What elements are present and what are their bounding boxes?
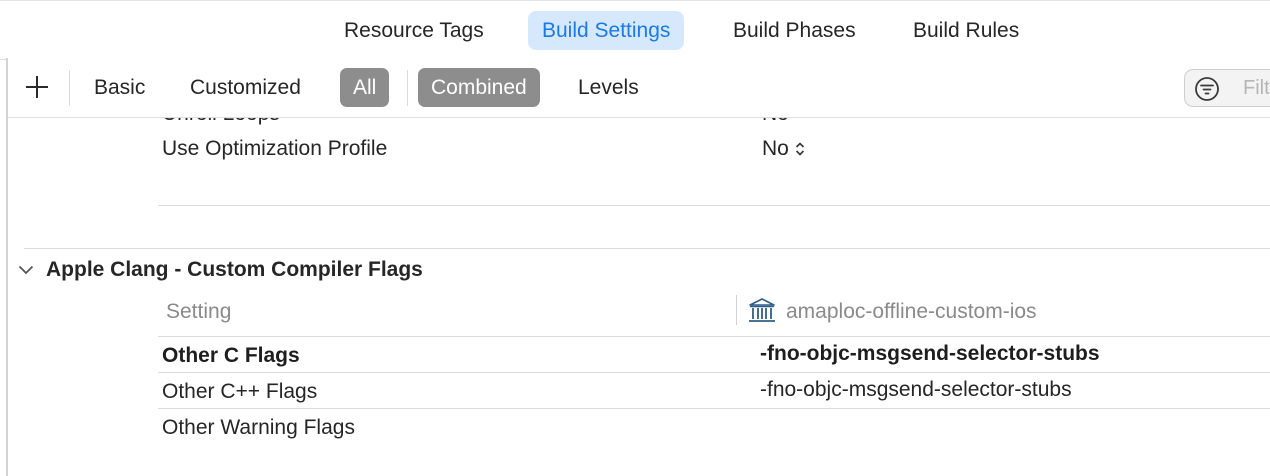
setting-value-unroll-loops[interactable]: No xyxy=(762,118,789,126)
setting-name-use-optimization-profile[interactable]: Use Optimization Profile xyxy=(162,137,387,161)
toolbar-divider xyxy=(69,70,70,106)
filter-icon xyxy=(1195,77,1219,101)
popup-stepper-icon xyxy=(795,142,804,157)
section-title[interactable]: Apple Clang - Custom Compiler Flags xyxy=(46,258,423,282)
filter-basic-button[interactable]: Basic xyxy=(81,68,158,107)
setting-name-other-warning-flags[interactable]: Other Warning Flags xyxy=(162,416,355,440)
row-divider xyxy=(158,408,1270,409)
column-divider xyxy=(736,295,737,325)
column-header-setting[interactable]: Setting xyxy=(166,300,231,324)
setting-value-other-cpp-flags[interactable]: -fno-objc-msgsend-selector-stubs xyxy=(760,378,1072,402)
build-settings-toolbar: Basic Customized All Combined Levels Fil… xyxy=(8,58,1270,118)
filter-all-button[interactable]: All xyxy=(340,68,390,107)
toolbar-divider xyxy=(407,70,408,106)
view-combined-button[interactable]: Combined xyxy=(418,68,540,107)
setting-value-other-c-flags[interactable]: -fno-objc-msgsend-selector-stubs xyxy=(760,342,1100,366)
column-header-target[interactable]: amaploc-offline-custom-ios xyxy=(786,300,1037,324)
value-text: No xyxy=(762,137,789,160)
setting-name-unroll-loops[interactable]: Unroll Loops xyxy=(162,118,280,126)
filter-search-field[interactable]: Filt xyxy=(1184,69,1270,107)
tab-build-settings[interactable]: Build Settings xyxy=(528,11,685,50)
tab-build-rules[interactable]: Build Rules xyxy=(899,11,1033,50)
project-building-icon xyxy=(749,298,775,322)
section-divider xyxy=(24,248,1270,249)
setting-name-other-c-flags[interactable]: Other C Flags xyxy=(162,344,300,368)
tab-build-phases[interactable]: Build Phases xyxy=(719,11,870,50)
row-divider xyxy=(158,205,1270,206)
search-placeholder: Filt xyxy=(1243,77,1270,99)
plus-icon[interactable] xyxy=(24,74,50,100)
setting-value-use-optimization-profile[interactable]: No xyxy=(762,137,805,161)
filter-customized-button[interactable]: Customized xyxy=(177,68,314,107)
tab-bar: Resource Tags Build Settings Build Phase… xyxy=(0,0,1270,60)
view-levels-button[interactable]: Levels xyxy=(565,68,652,107)
tab-resource-tags[interactable]: Resource Tags xyxy=(330,11,498,50)
setting-name-other-cpp-flags[interactable]: Other C++ Flags xyxy=(162,380,317,404)
settings-list: Unroll Loops No Use Optimization Profile… xyxy=(8,118,1270,476)
row-divider xyxy=(158,336,1270,337)
chevron-down-icon[interactable] xyxy=(18,264,34,276)
row-divider xyxy=(158,372,1270,373)
